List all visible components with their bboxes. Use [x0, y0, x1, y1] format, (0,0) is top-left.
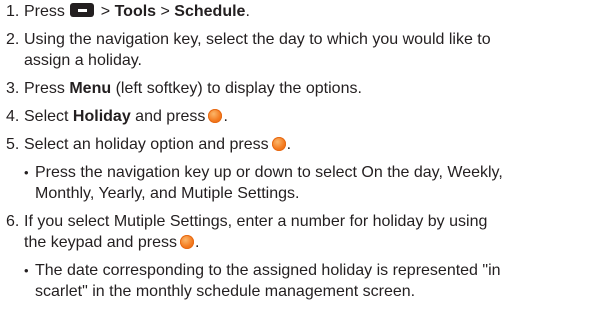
punctuation: . — [223, 108, 228, 125]
punctuation: . — [245, 3, 250, 20]
step-text: (left softkey) to display the options. — [111, 80, 362, 97]
step-number: 1. — [6, 3, 20, 20]
bullet-icon: • — [24, 165, 29, 180]
step-text: assign a holiday. — [24, 52, 142, 69]
holiday-label: Holiday — [72, 108, 131, 125]
step-6-subpoint: • The date corresponding to the assigned… — [6, 260, 590, 302]
menu-key-icon — [70, 3, 95, 17]
step-number: 5. — [6, 136, 20, 153]
step-number: 6. — [6, 213, 20, 230]
instruction-list: 1. Press > Tools > Schedule. 2. Using th… — [6, 0, 590, 309]
step-4: 4. Select Holiday and press. — [6, 106, 590, 127]
step-text: Select an holiday option and press — [24, 136, 269, 153]
step-5: 5. Select an holiday option and press. — [6, 134, 590, 155]
step-text: If you select Mutiple Settings, enter a … — [24, 213, 488, 230]
subpoint-text: scarlet" in the monthly schedule managem… — [35, 283, 416, 300]
bullet-icon: • — [24, 263, 29, 278]
ok-key-icon — [208, 109, 223, 123]
separator: > — [156, 3, 175, 20]
subpoint-text: The date corresponding to the assigned h… — [35, 262, 501, 279]
step-text: Press — [24, 80, 70, 97]
step-2: 2. Using the navigation key, select the … — [6, 29, 590, 71]
punctuation: . — [286, 136, 292, 153]
step-text: Press — [24, 3, 70, 20]
step-6: 6. If you select Mutiple Settings, enter… — [6, 211, 590, 253]
step-text: and press — [130, 108, 206, 125]
subpoint-text: Monthly, Yearly, and Mutiple Settings. — [35, 185, 300, 202]
step-1: 1. Press > Tools > Schedule. — [6, 0, 590, 22]
ok-key-icon — [271, 137, 286, 151]
step-number: 4. — [6, 108, 20, 125]
subpoint-text: Press the navigation key up or down to s… — [35, 164, 503, 181]
ok-key-icon — [180, 235, 194, 249]
tools-label: Tools — [114, 3, 157, 20]
step-5-subpoint: • Press the navigation key up or down to… — [6, 162, 590, 204]
schedule-label: Schedule — [174, 3, 246, 20]
step-text: Using the navigation key, select the day… — [24, 31, 491, 48]
step-text: the keypad and press — [24, 234, 177, 251]
separator: > — [96, 3, 115, 20]
step-number: 2. — [6, 31, 20, 48]
step-3: 3. Press Menu (left softkey) to display … — [6, 78, 590, 99]
step-number: 3. — [6, 80, 20, 97]
menu-label: Menu — [69, 80, 112, 97]
punctuation: . — [195, 234, 200, 251]
step-text: Select — [24, 108, 73, 125]
